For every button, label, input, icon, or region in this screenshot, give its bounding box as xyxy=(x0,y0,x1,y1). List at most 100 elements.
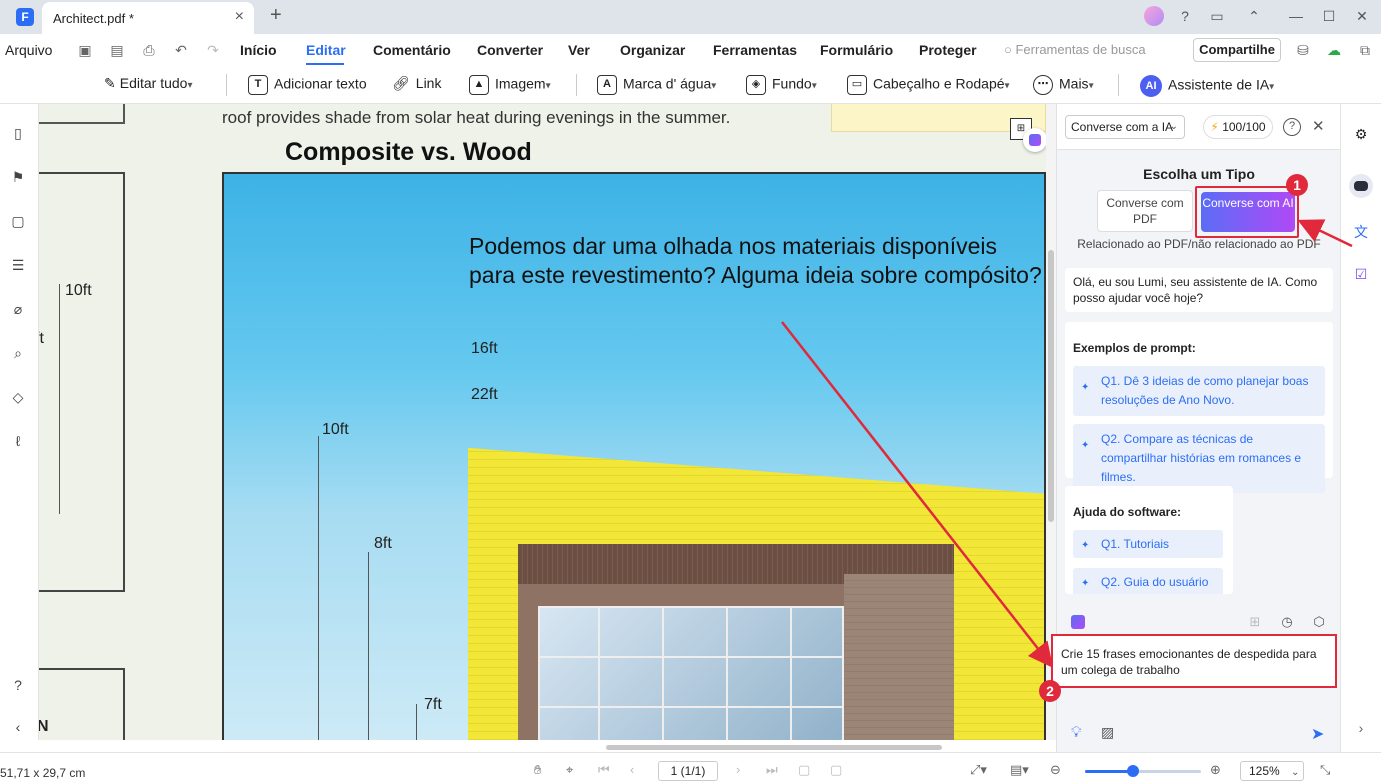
dimension-label: 22ft xyxy=(471,386,498,403)
signature-icon[interactable]: ℓ xyxy=(9,432,27,450)
rotate-icon[interactable]: ▢ xyxy=(798,762,810,778)
cloud-sync-icon[interactable]: ☁ xyxy=(1325,41,1343,59)
page-indicator[interactable]: 1 (1/1) xyxy=(658,761,718,781)
page-thumbnail-icon[interactable]: ▯ xyxy=(9,124,27,142)
sparkle-icon: ✦ xyxy=(1081,382,1090,393)
collapse-icon[interactable]: ⌃ xyxy=(1244,6,1264,26)
menu-editar[interactable]: Editar xyxy=(306,42,346,58)
layers-icon[interactable]: ◇ xyxy=(9,388,27,406)
maximize-icon[interactable]: ☐ xyxy=(1319,6,1339,26)
page-layout-icon[interactable]: ▤▾ xyxy=(1010,762,1029,778)
zoom-select[interactable]: 125% ⌄ xyxy=(1240,761,1304,781)
redo-icon[interactable]: ↷ xyxy=(204,41,222,59)
chat-with-pdf-button[interactable]: Converse com PDF xyxy=(1097,190,1193,232)
menu-ferramentas[interactable]: Ferramentas xyxy=(713,42,797,58)
window-close-icon[interactable]: ✕ xyxy=(1352,6,1372,26)
ai-assistant-panel: Converse com a IA ⌄ ⚡ 100/100 ? ✕ Escolha… xyxy=(1039,104,1341,752)
link-button[interactable]: 🔗︎ Link xyxy=(392,75,441,92)
zoom-slider[interactable] xyxy=(1085,765,1201,777)
hand-tool-icon[interactable]: ✋︎ xyxy=(534,762,541,778)
ai-float-icon[interactable] xyxy=(1023,128,1046,152)
translate-icon[interactable]: 文 xyxy=(1351,222,1371,242)
document-tab[interactable]: Architect.pdf * × xyxy=(42,2,254,34)
help-icon[interactable]: ? xyxy=(1283,118,1301,136)
status-bar: 51,71 x 29,7 cm ✋︎ ⌖ ⏮ ‹ 1 (1/1) › ⏭ ▢ ▢… xyxy=(0,752,1381,781)
ai-assistant-button[interactable]: AI Assistente de IA▾ xyxy=(1140,75,1274,97)
settings-icon[interactable]: ⬡ xyxy=(1311,614,1327,630)
properties-icon[interactable]: ⚙ xyxy=(1351,124,1371,144)
chevron-down-icon: ⌄ xyxy=(1291,767,1300,778)
scrollbar-thumb[interactable] xyxy=(1048,250,1054,522)
tab-close-icon[interactable]: × xyxy=(235,8,244,26)
chat-mode-select[interactable]: Converse com a IA ⌄ xyxy=(1065,115,1185,139)
print-preview-icon[interactable]: ▤ xyxy=(108,41,126,59)
last-page-icon[interactable]: ⏭ xyxy=(766,762,778,778)
image-button[interactable]: ▲ Imagem▾ xyxy=(469,75,551,95)
menu-formulario[interactable]: Formulário xyxy=(820,42,893,58)
help-link-tutorials[interactable]: ✦ Q1. Tutoriais xyxy=(1073,530,1223,558)
close-icon[interactable]: ✕ xyxy=(1312,117,1325,135)
help-link-guide[interactable]: ✦ Q2. Guia do usuário xyxy=(1073,568,1223,594)
horizontal-scrollbar[interactable] xyxy=(606,745,942,750)
menu-organizar[interactable]: Organizar xyxy=(620,42,685,58)
new-chat-icon[interactable]: ⊞ xyxy=(1247,614,1263,630)
header-footer-button[interactable]: ▭ Cabeçalho e Rodapé▾ xyxy=(847,75,1010,95)
send-icon[interactable]: ➤ xyxy=(1311,724,1324,744)
message-icon[interactable]: ▭ xyxy=(1207,6,1227,26)
background-button[interactable]: ◈ Fundo▾ xyxy=(746,75,817,95)
menu-converter[interactable]: Converter xyxy=(477,42,543,58)
watermark-button[interactable]: A Marca d' água▾ xyxy=(597,75,716,95)
new-tab-icon[interactable]: + xyxy=(270,4,282,27)
window-mullion xyxy=(662,608,664,740)
save-icon[interactable]: ▣ xyxy=(76,41,94,59)
zoom-in-icon[interactable]: ⊕ xyxy=(1210,762,1221,778)
print-icon[interactable]: ⎙ xyxy=(140,41,158,59)
comment-icon[interactable]: ▢ xyxy=(9,212,27,230)
add-image-icon[interactable]: ▨ xyxy=(1101,724,1114,741)
fit-width-icon[interactable]: ⤢▾ xyxy=(970,762,987,778)
first-page-icon[interactable]: ⏮ xyxy=(598,762,610,778)
zoom-slider-knob[interactable] xyxy=(1126,765,1139,777)
dimension-line xyxy=(318,436,319,740)
network-icon[interactable]: ⛁ xyxy=(1294,41,1312,59)
fields-icon[interactable]: ☰ xyxy=(9,256,27,274)
menu-proteger[interactable]: Proteger xyxy=(919,42,977,58)
open-panel-icon[interactable]: ⧉ xyxy=(1356,41,1374,59)
tool-search[interactable]: ○ Ferramentas de busca xyxy=(1004,42,1146,57)
help-icon[interactable]: ? xyxy=(9,676,27,694)
menu-inicio[interactable]: Início xyxy=(240,42,277,58)
menu-ver[interactable]: Ver xyxy=(568,42,590,58)
minimize-icon[interactable]: — xyxy=(1286,6,1306,26)
lightbulb-icon[interactable]: 💡︎ xyxy=(1071,724,1082,741)
add-text-button[interactable]: T Adicionar texto xyxy=(248,75,367,95)
chevron-right-icon[interactable]: › xyxy=(1351,718,1371,738)
check-task-icon[interactable]: ☑ xyxy=(1351,264,1371,284)
select-tool-icon[interactable]: ⌖ xyxy=(566,762,573,778)
bookmark-icon[interactable]: ⚑ xyxy=(9,168,27,186)
zoom-out-icon[interactable]: ⊖ xyxy=(1050,762,1061,778)
menu-bar: Arquivo ▣ ▤ ⎙ ↶ ↷ Início Editar Comentár… xyxy=(0,34,1381,66)
fullscreen-icon[interactable]: ▢ xyxy=(830,762,842,778)
example-prompt[interactable]: ✦ Q2. Compare as técnicas de compartilhar… xyxy=(1073,424,1325,493)
chat-input[interactable]: Crie 15 frases emocionantes de despedida… xyxy=(1051,634,1337,688)
edit-all-button[interactable]: ✎ Editar tudo▾ xyxy=(104,75,192,92)
fit-window-icon[interactable]: ⤡ xyxy=(1320,762,1330,778)
prev-page-icon[interactable]: ‹ xyxy=(630,762,634,777)
document-viewport[interactable]: roof provides shade from solar heat duri… xyxy=(39,104,1046,740)
help-icon[interactable]: ? xyxy=(1175,6,1195,26)
user-avatar[interactable] xyxy=(1144,6,1164,26)
search-icon[interactable]: ⌕ xyxy=(9,344,27,362)
chevron-left-icon[interactable]: ‹ xyxy=(9,718,27,736)
ai-robot-icon[interactable] xyxy=(1349,174,1373,198)
menu-comentario[interactable]: Comentário xyxy=(373,42,451,58)
undo-icon[interactable]: ↶ xyxy=(172,41,190,59)
attachment-icon[interactable]: ⌀ xyxy=(9,300,27,318)
next-page-icon[interactable]: › xyxy=(736,762,740,777)
history-icon[interactable]: ◷ xyxy=(1279,614,1295,630)
more-button[interactable]: ⋯ Mais▾ xyxy=(1033,75,1094,95)
more-icon: ⋯ xyxy=(1033,75,1053,95)
glass-window xyxy=(538,606,844,740)
example-prompt[interactable]: ✦ Q1. Dê 3 ideias de como planejar boas r… xyxy=(1073,366,1325,416)
menu-file[interactable]: Arquivo xyxy=(5,42,52,58)
share-button[interactable]: Compartilhe xyxy=(1193,38,1281,62)
